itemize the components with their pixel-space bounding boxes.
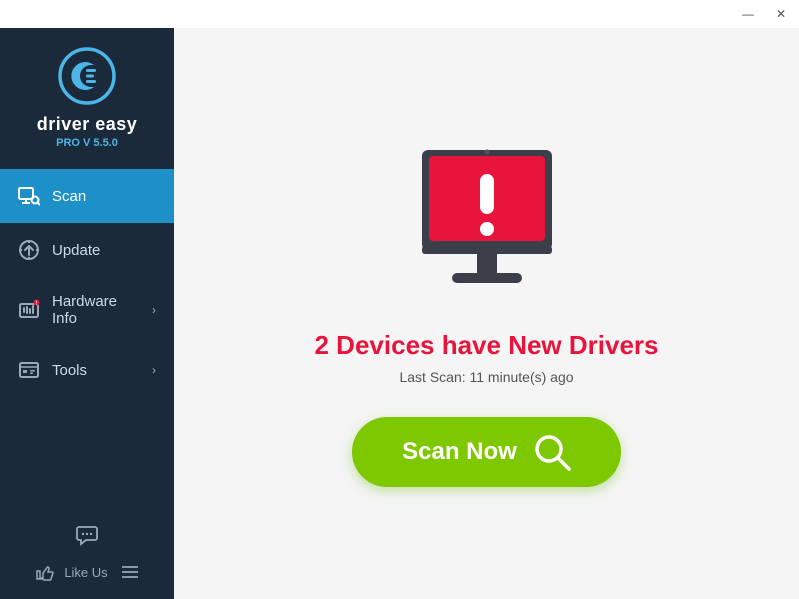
sidebar-item-hardware-info-label: Hardware Info [52, 293, 140, 327]
tools-icon [18, 359, 40, 381]
sidebar-item-tools[interactable]: Tools › [0, 343, 174, 397]
headline: 2 Devices have New Drivers [315, 330, 659, 361]
last-scan-text: Last Scan: 11 minute(s) ago [399, 369, 573, 385]
update-icon [18, 239, 40, 261]
like-us-icon [36, 563, 54, 581]
menu-icon [122, 565, 138, 579]
scan-now-button[interactable]: Scan Now [352, 417, 621, 487]
like-us-row[interactable]: Like Us [22, 559, 151, 585]
logo-text: driver easy [37, 114, 138, 135]
titlebar: — ✕ [0, 0, 799, 28]
sidebar-item-update[interactable]: Update [0, 223, 174, 277]
chat-icon-button[interactable] [71, 519, 103, 551]
sidebar-item-scan[interactable]: Scan [0, 169, 174, 223]
sidebar-item-tools-label: Tools [52, 362, 87, 379]
logo-version: PRO V 5.5.0 [56, 137, 118, 149]
monitor-illustration [387, 140, 587, 310]
tools-chevron-icon: › [152, 363, 156, 377]
logo-icon [57, 46, 117, 106]
sidebar-item-scan-label: Scan [52, 188, 86, 205]
hardware-info-icon: ! [18, 299, 40, 321]
sidebar-item-update-label: Update [52, 242, 100, 259]
scan-icon [18, 185, 40, 207]
sidebar: driver easy PRO V 5.5.0 Scan [0, 0, 174, 599]
scan-now-label: Scan Now [402, 438, 517, 466]
scan-search-icon [533, 433, 571, 471]
sidebar-item-hardware-info[interactable]: ! Hardware Info › [0, 277, 174, 343]
close-button[interactable]: ✕ [771, 5, 791, 23]
minimize-button[interactable]: — [737, 5, 759, 23]
like-us-label: Like Us [64, 565, 107, 580]
sidebar-bottom: Like Us [0, 519, 174, 599]
main-content: 2 Devices have New Drivers Last Scan: 11… [174, 0, 799, 599]
hardware-info-chevron-icon: › [152, 303, 156, 317]
logo-area: driver easy PRO V 5.5.0 [0, 28, 174, 169]
